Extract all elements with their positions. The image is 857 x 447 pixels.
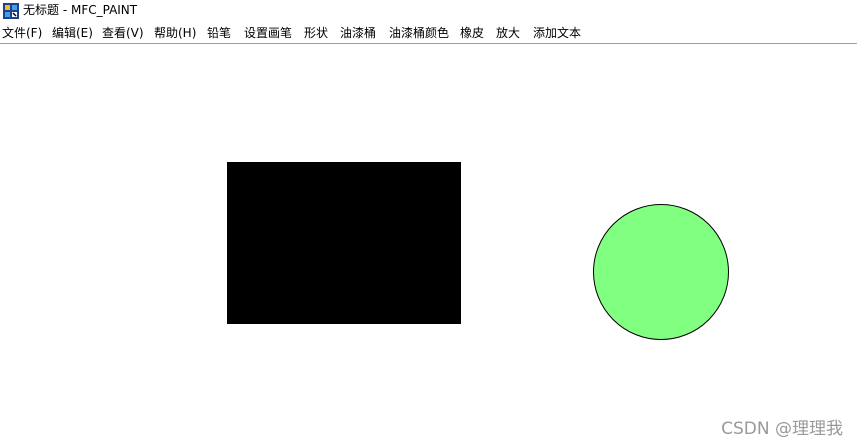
menu-shape[interactable]: 形状 [304,26,328,41]
title-bar: 无标题 - MFC_PAINT [0,0,857,21]
menu-pencil[interactable]: 铅笔 [207,26,231,41]
menu-view[interactable]: 查看(V) [102,26,144,41]
menu-bar: 文件(F) 编辑(E) 查看(V) 帮助(H) 铅笔 设置画笔 形状 油漆桶 油… [0,24,857,44]
menu-bucket-color[interactable]: 油漆桶颜色 [389,26,449,41]
mfc-app-icon [3,3,19,19]
menu-add-text[interactable]: 添加文本 [533,26,581,41]
menu-edit[interactable]: 编辑(E) [52,26,93,41]
window-title: 无标题 - MFC_PAINT [23,3,138,17]
menu-file[interactable]: 文件(F) [2,26,42,41]
menu-zoom[interactable]: 放大 [496,26,520,41]
menu-eraser[interactable]: 橡皮 [460,26,484,41]
drawing-canvas[interactable] [0,44,857,447]
menu-help[interactable]: 帮助(H) [154,26,196,41]
drawn-rectangle [227,162,461,324]
watermark: CSDN @理理我 [721,419,843,439]
menu-paint-bucket[interactable]: 油漆桶 [340,26,376,41]
menu-set-pen[interactable]: 设置画笔 [244,26,292,41]
drawn-circle [593,204,729,340]
